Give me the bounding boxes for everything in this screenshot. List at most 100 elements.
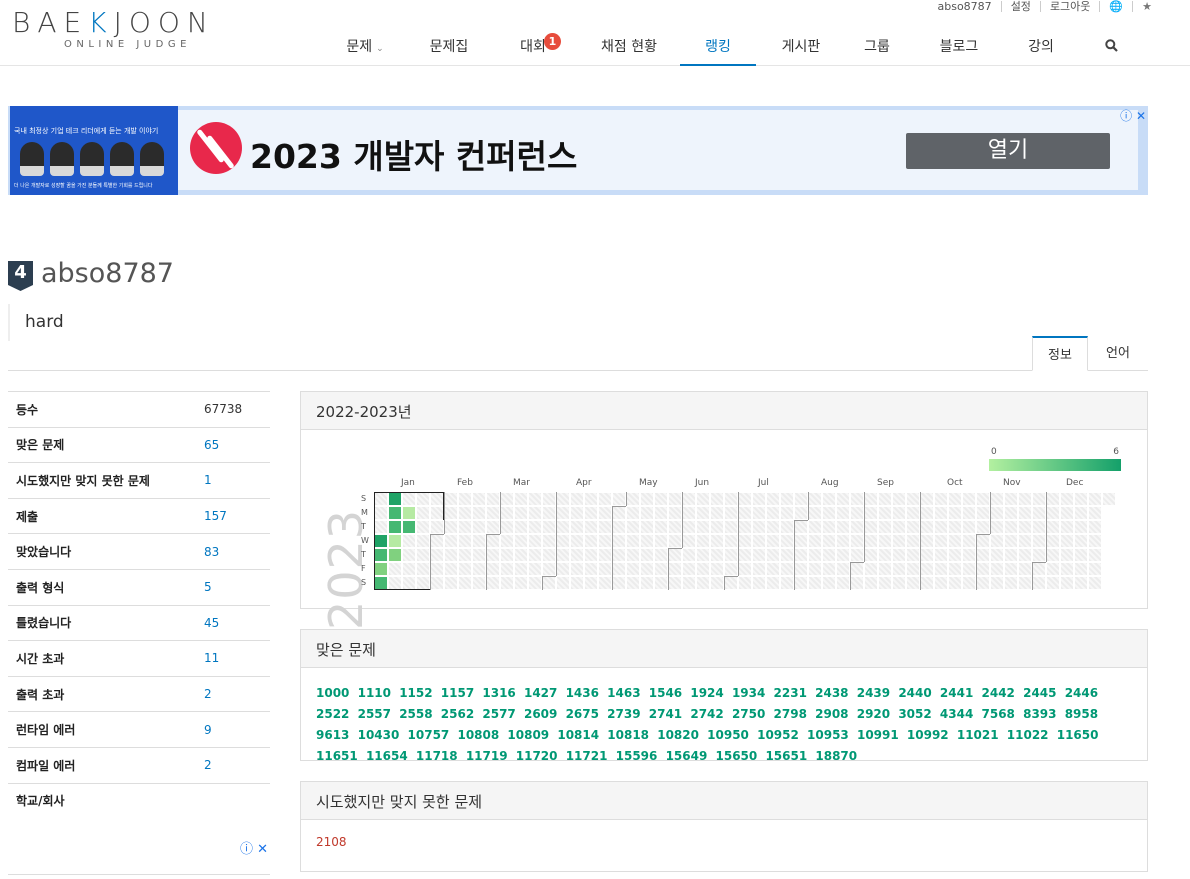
nav-workbook[interactable]: 문제집 (410, 26, 488, 66)
heatmap-cell[interactable] (696, 562, 710, 576)
heatmap-cell[interactable] (710, 562, 724, 576)
heatmap-cell[interactable] (710, 576, 724, 590)
heatmap-cell[interactable] (724, 562, 738, 576)
heatmap-cell[interactable] (458, 534, 472, 548)
heatmap-cell[interactable] (570, 506, 584, 520)
problem-link[interactable]: 15651 (765, 749, 807, 763)
heatmap-cell[interactable] (472, 506, 486, 520)
heatmap-cell[interactable] (766, 576, 780, 590)
settings-link[interactable]: 설정 (1011, 0, 1031, 14)
heatmap-cell[interactable] (780, 534, 794, 548)
problem-link[interactable]: 15649 (666, 749, 708, 763)
heatmap-cell[interactable] (976, 492, 990, 506)
problem-link[interactable]: 2739 (607, 707, 640, 721)
heatmap-cell[interactable] (766, 506, 780, 520)
nav-group[interactable]: 그룹 (846, 26, 908, 66)
heatmap-cell[interactable] (948, 520, 962, 534)
heatmap-cell[interactable] (1060, 548, 1074, 562)
heatmap-cell[interactable] (752, 548, 766, 562)
problem-link[interactable]: 1436 (566, 686, 599, 700)
heatmap-cell[interactable] (934, 492, 948, 506)
heatmap-cell[interactable] (472, 562, 486, 576)
stat-value[interactable]: 45 (204, 616, 219, 630)
heatmap-cell[interactable] (570, 562, 584, 576)
baekjoon-logo[interactable]: BAEKJOON ONLINE JUDGE (12, 8, 262, 56)
heatmap-cell[interactable] (906, 506, 920, 520)
heatmap-cell[interactable] (710, 548, 724, 562)
heatmap-cell[interactable] (1074, 506, 1088, 520)
heatmap-cell[interactable] (990, 548, 1004, 562)
heatmap-cell[interactable] (1004, 534, 1018, 548)
heatmap-cell[interactable] (500, 520, 514, 534)
heatmap-cell[interactable] (1088, 506, 1102, 520)
heatmap-cell[interactable] (430, 562, 444, 576)
heatmap-cell[interactable] (542, 534, 556, 548)
heatmap-cell[interactable] (920, 534, 934, 548)
heatmap-cell[interactable] (766, 534, 780, 548)
heatmap-cell[interactable] (668, 576, 682, 590)
heatmap-cell[interactable] (612, 562, 626, 576)
heatmap-cell[interactable] (738, 548, 752, 562)
heatmap-cell[interactable] (612, 576, 626, 590)
heatmap-cell[interactable] (878, 492, 892, 506)
heatmap-cell[interactable] (556, 492, 570, 506)
problem-link[interactable]: 1924 (690, 686, 723, 700)
heatmap-cell[interactable] (668, 492, 682, 506)
heatmap-cell[interactable] (878, 548, 892, 562)
heatmap-cell[interactable] (794, 562, 808, 576)
heatmap-cell[interactable] (528, 492, 542, 506)
problem-link[interactable]: 10814 (557, 728, 599, 742)
heatmap-cell[interactable] (1046, 548, 1060, 562)
heatmap-cell[interactable] (976, 534, 990, 548)
heatmap-cell[interactable] (794, 520, 808, 534)
heatmap-cell[interactable] (808, 562, 822, 576)
heatmap-cell[interactable] (808, 534, 822, 548)
heatmap-cell[interactable] (934, 506, 948, 520)
heatmap-cell[interactable] (458, 576, 472, 590)
heatmap-cell[interactable] (1018, 576, 1032, 590)
heatmap-cell[interactable] (598, 520, 612, 534)
heatmap-cell[interactable] (1032, 506, 1046, 520)
heatmap-cell[interactable] (850, 548, 864, 562)
heatmap-cell[interactable] (850, 562, 864, 576)
heatmap-cell[interactable] (822, 520, 836, 534)
heatmap-cell[interactable] (542, 562, 556, 576)
heatmap-cell[interactable] (1018, 548, 1032, 562)
heatmap-cell[interactable] (794, 534, 808, 548)
heatmap-cell[interactable] (430, 534, 444, 548)
heatmap-cell[interactable] (1018, 492, 1032, 506)
heatmap-cell[interactable] (962, 548, 976, 562)
heatmap-cell[interactable] (668, 548, 682, 562)
heatmap-cell[interactable] (906, 520, 920, 534)
heatmap-cell[interactable] (1032, 520, 1046, 534)
heatmap-cell[interactable] (780, 492, 794, 506)
ad-close-icon[interactable]: ⓘ ✕ (240, 838, 268, 857)
problem-link[interactable]: 2441 (940, 686, 973, 700)
heatmap-cell[interactable] (780, 562, 794, 576)
heatmap-cell[interactable] (430, 576, 444, 590)
heatmap-cell[interactable] (794, 548, 808, 562)
problem-link[interactable]: 10818 (607, 728, 649, 742)
heatmap-cell[interactable] (976, 520, 990, 534)
heatmap-cell[interactable] (738, 562, 752, 576)
heatmap-cell[interactable] (1060, 576, 1074, 590)
heatmap-cell[interactable] (920, 492, 934, 506)
heatmap-cell[interactable] (514, 548, 528, 562)
nav-search[interactable] (1072, 26, 1150, 66)
nav-problems[interactable]: 문제 ⌄ (320, 26, 410, 66)
heatmap-cell[interactable] (752, 520, 766, 534)
heatmap-cell[interactable] (752, 562, 766, 576)
heatmap-cell[interactable] (556, 534, 570, 548)
heatmap-cell[interactable] (500, 506, 514, 520)
heatmap-cell[interactable] (948, 534, 962, 548)
problem-link[interactable]: 11651 (316, 749, 358, 763)
heatmap-cell[interactable] (542, 548, 556, 562)
heatmap-cell[interactable] (836, 548, 850, 562)
stat-value[interactable]: 1 (204, 473, 212, 487)
problem-link[interactable]: 2562 (441, 707, 474, 721)
heatmap-cell[interactable] (1046, 492, 1060, 506)
heatmap-cell[interactable] (430, 520, 444, 534)
heatmap-cell[interactable] (808, 576, 822, 590)
heatmap-cell[interactable] (682, 492, 696, 506)
heatmap-cell[interactable] (920, 520, 934, 534)
